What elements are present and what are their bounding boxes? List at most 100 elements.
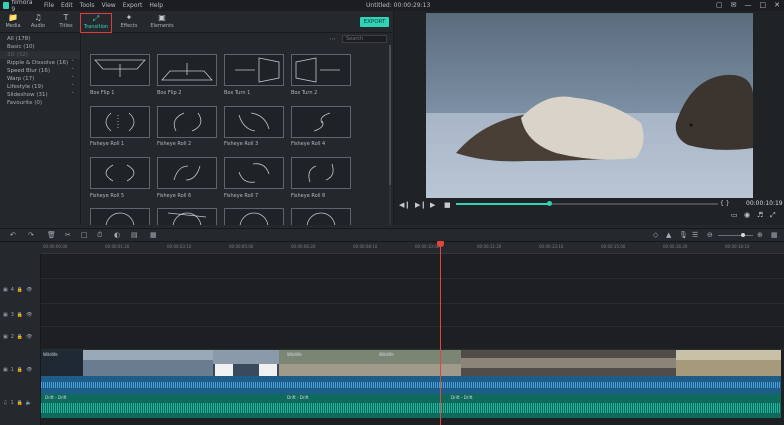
delete-icon[interactable]: 🗑: [47, 231, 56, 239]
playback-progress[interactable]: [456, 201, 718, 206]
menu-file[interactable]: File: [44, 2, 54, 9]
minimize-icon[interactable]: —: [745, 1, 752, 9]
lock-icon[interactable]: 🔒: [17, 312, 23, 318]
timeline-ruler[interactable]: 00:00:00:00 00:00:01:20 00:00:03:10 00:0…: [41, 242, 784, 254]
transition-thumbnail[interactable]: [157, 106, 217, 138]
fullscreen-icon[interactable]: ⤢: [770, 211, 776, 220]
library-scrollbar[interactable]: [389, 45, 391, 225]
menu-help[interactable]: Help: [149, 2, 163, 9]
sidebar-item-favourite[interactable]: Favourite (0): [0, 99, 80, 107]
zoom-handle[interactable]: [741, 233, 745, 237]
menu-tools[interactable]: Tools: [80, 2, 95, 9]
crop-icon[interactable]: □: [81, 231, 88, 239]
mark-in-out-icon[interactable]: { }: [720, 200, 730, 207]
transition-thumbnail[interactable]: [291, 54, 351, 86]
shield-icon[interactable]: ▲: [666, 231, 671, 239]
sidebar-item-speed-blur[interactable]: Speed Blur (16) ˄: [0, 67, 80, 75]
menu-lines-icon[interactable]: ☰: [692, 231, 698, 239]
undo-icon[interactable]: ↶: [10, 231, 16, 239]
marker-icon[interactable]: ◇: [653, 231, 658, 239]
tab-transition[interactable]: ⤢ Transition: [80, 13, 112, 33]
settings-icon[interactable]: ▦: [771, 231, 778, 239]
screen-icon[interactable]: ▢: [716, 1, 723, 9]
split-screen-icon[interactable]: ▦: [150, 231, 157, 239]
sidebar-item-warp[interactable]: Warp (17) ˄: [0, 75, 80, 83]
stop-icon[interactable]: ■: [444, 201, 451, 209]
lock-icon[interactable]: 🔒: [17, 367, 23, 373]
grid-view-icon[interactable]: ⋯: [329, 35, 336, 43]
snapshot-icon[interactable]: ◉: [744, 211, 750, 219]
maximize-icon[interactable]: □: [760, 1, 767, 9]
transition-thumbnail[interactable]: [90, 208, 150, 242]
chevron-up-icon[interactable]: ˄: [72, 83, 75, 91]
transition-thumbnail[interactable]: [224, 208, 284, 242]
playhead[interactable]: [437, 241, 444, 425]
tab-effects[interactable]: ✦ Effects: [116, 13, 142, 33]
tab-titles[interactable]: T Titles: [53, 13, 79, 33]
playhead-handle[interactable]: [437, 241, 444, 247]
play-back-icon[interactable]: ▶❙: [415, 201, 426, 209]
menu-export[interactable]: Export: [123, 2, 143, 9]
zoom-in-icon[interactable]: ⊕: [757, 231, 763, 239]
eye-icon[interactable]: 👁: [26, 312, 32, 318]
sidebar-item-all[interactable]: All (178): [0, 35, 80, 43]
sidebar-item-basic[interactable]: Basic (10): [0, 43, 80, 51]
transition-thumbnail[interactable]: [157, 208, 217, 242]
transition-thumbnail[interactable]: [224, 157, 284, 189]
display-icon[interactable]: ▭: [731, 211, 738, 219]
transition-thumbnail[interactable]: [90, 157, 150, 189]
mail-icon[interactable]: ✉: [731, 1, 737, 9]
sidebar-item-slideshow[interactable]: Slideshow (31) ˄: [0, 91, 80, 99]
transition-thumbnail[interactable]: [291, 208, 351, 242]
redo-icon[interactable]: ↷: [28, 231, 34, 239]
close-icon[interactable]: ✕: [774, 1, 780, 9]
cut-icon[interactable]: ✂: [65, 231, 71, 239]
audio-adjust-icon[interactable]: ▤: [131, 231, 138, 239]
video-audio-waveform[interactable]: [41, 376, 781, 394]
track-row: [41, 254, 784, 279]
track-header-video-1: ▣ 1 🔒 👁: [0, 367, 41, 373]
play-icon[interactable]: ▶: [430, 201, 435, 209]
search-input[interactable]: Search: [342, 35, 387, 43]
color-icon[interactable]: ◐: [114, 231, 120, 239]
eye-icon[interactable]: 👁: [26, 334, 32, 340]
export-button[interactable]: EXPORT: [360, 17, 389, 27]
volume-icon[interactable]: ♬: [757, 211, 763, 219]
transition-thumbnail[interactable]: [291, 157, 351, 189]
speaker-icon[interactable]: 🔈: [26, 400, 32, 406]
fisheye-roll-icon: [173, 165, 201, 181]
transition-thumbnail[interactable]: [291, 106, 351, 138]
chevron-up-icon[interactable]: ˄: [72, 91, 75, 99]
transition-thumbnail[interactable]: [157, 157, 217, 189]
sidebar-item-ripple[interactable]: Ripple & Dissolve (16) ˄: [0, 59, 80, 67]
transition-thumbnail[interactable]: [224, 106, 284, 138]
sidebar-item-3d[interactable]: 3D (32): [0, 51, 80, 59]
music-clip[interactable]: Drift - Drift Drift - Drift Drift - Drif…: [41, 394, 781, 418]
menu-view[interactable]: View: [101, 2, 115, 9]
lock-icon[interactable]: 🔒: [17, 334, 23, 340]
lock-icon[interactable]: 🔒: [17, 287, 23, 293]
zoom-out-icon[interactable]: ⊖: [707, 231, 713, 239]
progress-handle[interactable]: [547, 201, 552, 206]
video-clip[interactable]: Wildlife Wildlife Wildlife: [41, 350, 781, 376]
tab-audio[interactable]: ♫ Audio: [25, 13, 51, 33]
transition-thumbnail[interactable]: [90, 106, 150, 138]
mic-icon[interactable]: 🎙: [679, 231, 688, 239]
menu-edit[interactable]: Edit: [61, 2, 73, 9]
prev-frame-icon[interactable]: ◀❙: [399, 201, 410, 209]
transition-thumbnail[interactable]: [90, 54, 150, 86]
transition-thumbnail[interactable]: [224, 54, 284, 86]
sidebar-item-lifestyle[interactable]: Lifestyle (19) ˄: [0, 83, 80, 91]
chevron-up-icon[interactable]: ˄: [72, 59, 75, 67]
lock-icon[interactable]: 🔒: [17, 400, 23, 406]
eye-icon[interactable]: 👁: [26, 287, 32, 293]
scrollbar-thumb[interactable]: [389, 45, 391, 185]
tab-media[interactable]: 📁 Media: [0, 13, 26, 33]
transition-thumbnail[interactable]: [157, 54, 217, 86]
eye-icon[interactable]: 👁: [26, 367, 32, 373]
speed-icon[interactable]: ⏱: [97, 231, 102, 240]
chevron-up-icon[interactable]: ˄: [72, 67, 75, 75]
zoom-slider[interactable]: [718, 233, 753, 237]
tab-elements[interactable]: ▣ Elements: [148, 13, 176, 33]
chevron-up-icon[interactable]: ˄: [72, 75, 75, 83]
